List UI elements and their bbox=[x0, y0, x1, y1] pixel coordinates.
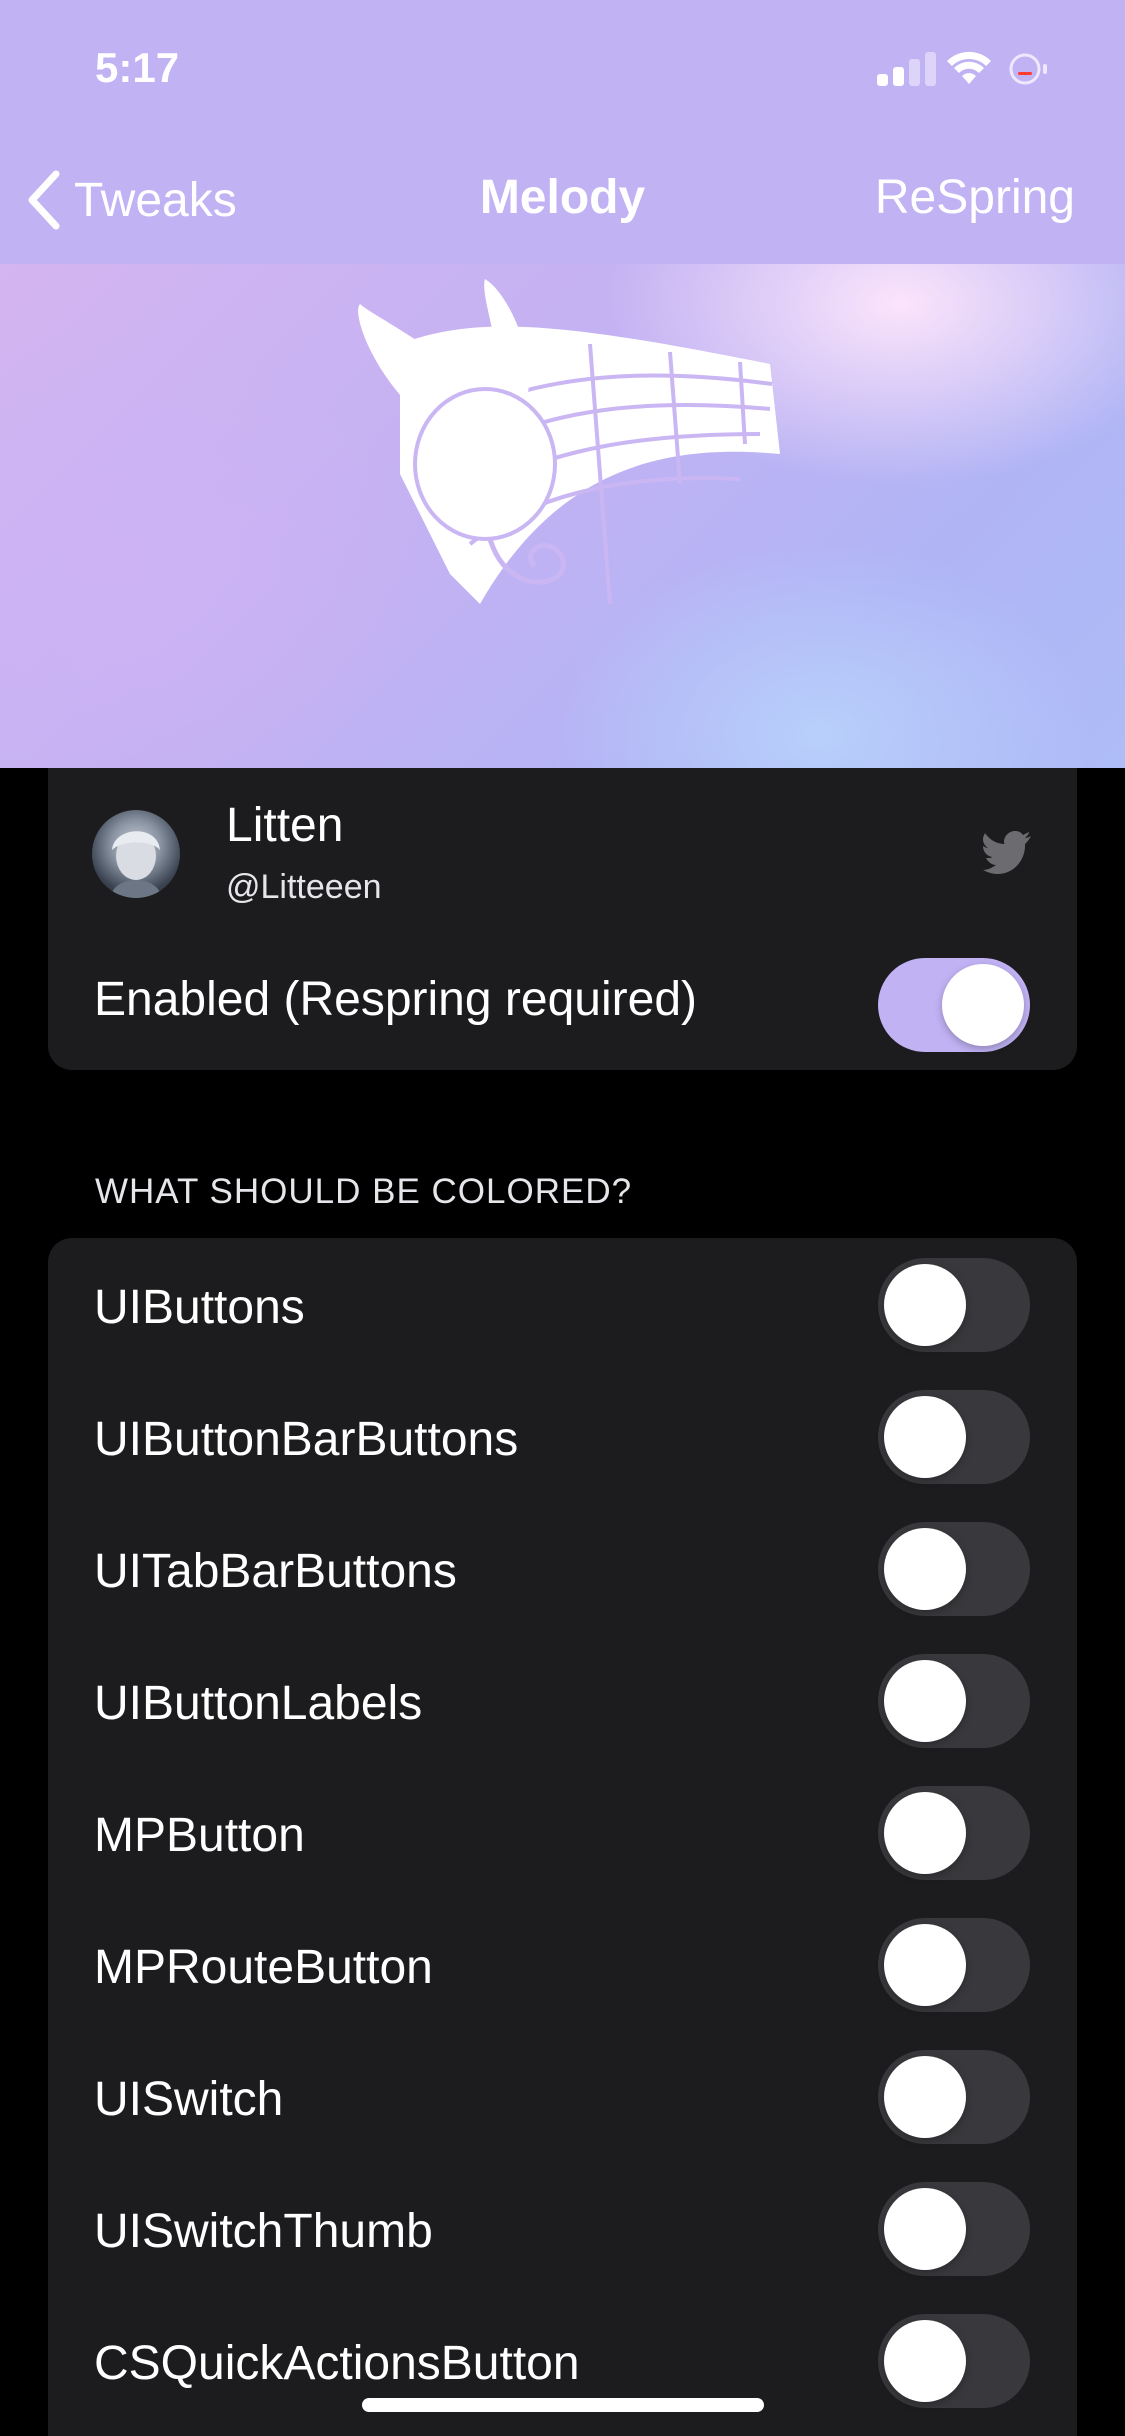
toggle-thumb bbox=[884, 1660, 966, 1742]
wifi-icon bbox=[947, 51, 991, 84]
battery-icon bbox=[1009, 53, 1047, 85]
toggle-csquickactionsbutton[interactable] bbox=[878, 2314, 1030, 2408]
toggle-thumb bbox=[884, 1792, 966, 1874]
respring-button[interactable]: ReSpring bbox=[875, 170, 1075, 225]
option-label-csquickactionsbutton: CSQuickActionsButton bbox=[94, 2337, 580, 2390]
option-label-uitabbarbuttons: UITabBarButtons bbox=[94, 1545, 457, 1598]
toggle-uiswitch[interactable] bbox=[878, 2050, 1030, 2144]
toggle-thumb bbox=[884, 1528, 966, 1610]
option-label-uibuttons: UIButtons bbox=[94, 1281, 305, 1334]
toggle-thumb bbox=[884, 2188, 966, 2270]
toggle-thumb bbox=[884, 2320, 966, 2402]
toggle-thumb bbox=[884, 1396, 966, 1478]
author-name: Litten bbox=[226, 799, 344, 852]
toggle-uibuttonlabels[interactable] bbox=[878, 1654, 1030, 1748]
options-card: UIButtons UIButtonBarButtons UITabBarBut… bbox=[48, 1238, 1077, 2436]
toggle-mpbutton[interactable] bbox=[878, 1786, 1030, 1880]
bunny-music-sheet-logo bbox=[358, 279, 780, 605]
toggle-mproutebutton[interactable] bbox=[878, 1918, 1030, 2012]
navigation-header: 5:17 Tweaks Melody ReSpring bbox=[0, 0, 1125, 264]
enabled-label: Enabled (Respring required) bbox=[94, 973, 697, 1026]
toggle-uitabbarbuttons[interactable] bbox=[878, 1522, 1030, 1616]
option-label-uiswitchthumb: UISwitchThumb bbox=[94, 2205, 433, 2258]
option-label-uiswitch: UISwitch bbox=[94, 2073, 284, 2126]
twitter-bird-icon[interactable] bbox=[983, 830, 1033, 874]
toggle-thumb bbox=[942, 964, 1024, 1046]
section-header: WHAT SHOULD BE COLORED? bbox=[95, 1172, 633, 1211]
author-handle: @Litteeen bbox=[226, 868, 382, 906]
toggle-uibuttonbarbuttons[interactable] bbox=[878, 1390, 1030, 1484]
option-label-uibuttonbarbuttons: UIButtonBarButtons bbox=[94, 1413, 519, 1466]
profile-card: Litten @Litteeen Enabled (Respring requi… bbox=[48, 768, 1077, 1070]
toggle-uiswitchthumb[interactable] bbox=[878, 2182, 1030, 2276]
toggle-uibuttons[interactable] bbox=[878, 1258, 1030, 1352]
option-label-mproutebutton: MPRouteButton bbox=[94, 1941, 433, 1994]
avatar[interactable] bbox=[92, 810, 180, 898]
enabled-toggle[interactable] bbox=[878, 958, 1030, 1052]
toggle-thumb bbox=[884, 2056, 966, 2138]
toggle-thumb bbox=[884, 1264, 966, 1346]
option-label-mpbutton: MPButton bbox=[94, 1809, 305, 1862]
home-indicator[interactable] bbox=[362, 2398, 764, 2412]
status-time: 5:17 bbox=[95, 44, 180, 91]
option-label-uibuttonlabels: UIButtonLabels bbox=[94, 1677, 423, 1730]
signal-icon bbox=[877, 50, 937, 90]
header-banner bbox=[0, 264, 1125, 768]
toggle-thumb bbox=[884, 1924, 966, 2006]
